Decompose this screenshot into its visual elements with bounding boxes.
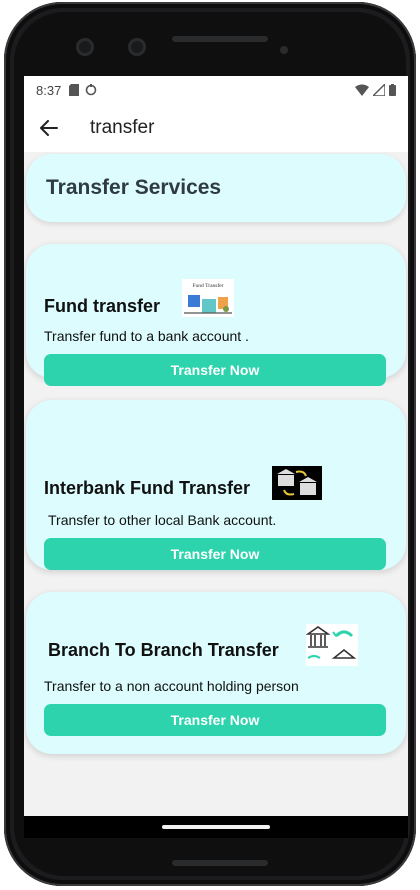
sd-card-icon xyxy=(69,84,80,96)
app-bar: transfer xyxy=(24,104,408,152)
front-camera-icon xyxy=(76,38,94,56)
wifi-icon xyxy=(355,84,369,96)
header-card: Transfer Services xyxy=(26,154,406,222)
service-title: Branch To Branch Transfer xyxy=(48,640,279,660)
proximity-sensor xyxy=(280,46,288,54)
service-title: Interbank Fund Transfer xyxy=(44,478,251,498)
interbank-bank-icon xyxy=(272,466,322,500)
fund-transfer-icon-caption: Fund Transfer xyxy=(192,282,223,289)
battery-icon xyxy=(389,84,396,96)
fund-transfer-icon: Fund Transfer xyxy=(182,279,234,317)
branch-transfer-now-button[interactable]: Transfer Now xyxy=(44,704,386,736)
fund-transfer-card: Fund transfer Fund Transfer Transfer fun… xyxy=(26,244,406,386)
service-description: Transfer fund to a bank account . xyxy=(44,328,249,344)
sync-icon xyxy=(86,84,97,96)
interbank-transfer-now-button[interactable]: Transfer Now xyxy=(44,538,386,570)
home-gesture-handle[interactable] xyxy=(162,825,270,829)
status-bar: 8:37 xyxy=(24,76,408,104)
branch-bank-icon xyxy=(306,624,358,666)
bottom-speaker xyxy=(172,860,268,866)
interbank-transfer-card: Interbank Fund Transfer Transfer to othe… xyxy=(26,400,406,570)
section-title: Transfer Services xyxy=(46,176,222,199)
signal-icon xyxy=(373,84,385,96)
service-description: Transfer to a non account holding person xyxy=(44,678,299,694)
fund-transfer-now-button[interactable]: Transfer Now xyxy=(44,354,386,386)
page-title: transfer xyxy=(90,117,155,138)
status-time: 8:37 xyxy=(36,82,62,98)
earpiece-speaker xyxy=(172,36,268,42)
branch-transfer-card: Branch To Branch Transfer Transfer to a … xyxy=(26,592,406,754)
front-camera-icon xyxy=(128,38,146,56)
navigation-bar xyxy=(24,816,408,838)
app-screen: 8:37 transfer Transfer Services Fund tra… xyxy=(24,76,408,816)
service-title: Fund transfer xyxy=(44,296,161,316)
arrow-left-icon xyxy=(40,120,58,136)
back-button[interactable] xyxy=(38,117,60,139)
service-description: Transfer to other local Bank account. xyxy=(48,512,277,528)
